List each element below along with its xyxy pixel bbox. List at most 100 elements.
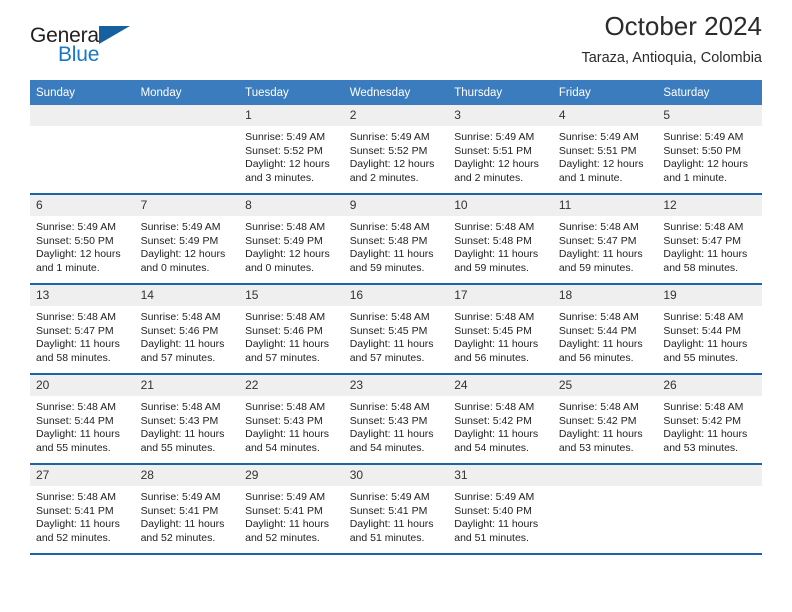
calendar-cell[interactable]: 11 Sunrise: 5:48 AM Sunset: 5:47 PM Dayligh… xyxy=(552,193,658,284)
calendar-cell[interactable]: 22 Sunrise: 5:48 AM Sunset: 5:43 PM Dayligh… xyxy=(239,373,344,464)
day-number: 22 xyxy=(239,375,344,396)
day-cell: 2 Sunrise: 5:49 AM Sunset: 5:52 PM Daylight… xyxy=(343,105,449,193)
weekday-header-monday: Monday xyxy=(134,80,240,105)
sunset-text: Sunset: 5:41 PM xyxy=(140,504,219,517)
sunset-text: Sunset: 5:44 PM xyxy=(558,324,637,337)
calendar-cell[interactable]: 30 Sunrise: 5:49 AM Sunset: 5:41 PM Dayligh… xyxy=(343,463,449,553)
sunset-text: Sunset: 5:52 PM xyxy=(245,144,323,157)
calendar-cell[interactable]: 28 Sunrise: 5:49 AM Sunset: 5:41 PM Dayligh… xyxy=(134,463,240,553)
calendar-cell[interactable]: 21 Sunrise: 5:48 AM Sunset: 5:43 PM Dayligh… xyxy=(134,373,240,464)
calendar-cell[interactable]: 1 Sunrise: 5:49 AM Sunset: 5:52 PM Daylight… xyxy=(239,105,344,194)
generalblue-logo[interactable]: General Blue xyxy=(30,24,150,70)
calendar-week-row: 27 Sunrise: 5:48 AM Sunset: 5:41 PM Dayligh… xyxy=(30,463,762,553)
calendar-cell[interactable]: 20 Sunrise: 5:48 AM Sunset: 5:44 PM Dayligh… xyxy=(30,373,135,464)
day-number: 18 xyxy=(552,285,658,306)
weekday-header-row: Sunday Monday Tuesday Wednesday Thursday… xyxy=(30,80,762,105)
logo-text-blue: Blue xyxy=(58,43,100,66)
daylight-text: Daylight: 12 hours xyxy=(245,158,330,171)
day-cell: 20 Sunrise: 5:48 AM Sunset: 5:44 PM Dayligh… xyxy=(30,375,135,463)
sunrise-text: Sunrise: 5:49 AM xyxy=(349,131,430,143)
day-cell: 7 Sunrise: 5:49 AM Sunset: 5:49 PM Daylight… xyxy=(134,195,240,283)
calendar-cell[interactable]: 9 Sunrise: 5:48 AM Sunset: 5:48 PM Daylight… xyxy=(343,193,449,284)
day-cell: 8 Sunrise: 5:48 AM Sunset: 5:49 PM Daylight… xyxy=(239,195,344,283)
calendar-cell[interactable]: 17 Sunrise: 5:48 AM Sunset: 5:45 PM Dayligh… xyxy=(448,283,553,374)
day-details: Sunrise: 5:48 AM Sunset: 5:45 PM Daylight:… xyxy=(448,306,553,365)
calendar-cell[interactable]: 16 Sunrise: 5:48 AM Sunset: 5:45 PM Dayligh… xyxy=(343,283,449,374)
daylight-text: and 54 minutes. xyxy=(245,441,320,454)
calendar-cell[interactable]: 14 Sunrise: 5:48 AM Sunset: 5:46 PM Dayligh… xyxy=(134,283,240,374)
calendar-cell[interactable]: 24 Sunrise: 5:48 AM Sunset: 5:42 PM Dayligh… xyxy=(448,373,553,464)
calendar-cell[interactable]: 3 Sunrise: 5:49 AM Sunset: 5:51 PM Daylight… xyxy=(448,105,553,194)
sunrise-text: Sunrise: 5:48 AM xyxy=(663,311,744,323)
day-cell: 25 Sunrise: 5:48 AM Sunset: 5:42 PM Dayligh… xyxy=(552,375,658,463)
day-details: Sunrise: 5:49 AM Sunset: 5:52 PM Daylight:… xyxy=(239,126,344,185)
daylight-text: and 58 minutes. xyxy=(36,351,111,364)
calendar-cell[interactable]: 19 Sunrise: 5:48 AM Sunset: 5:44 PM Dayligh… xyxy=(657,283,762,374)
day-details: Sunrise: 5:48 AM Sunset: 5:43 PM Daylight:… xyxy=(239,396,344,455)
calendar-cell[interactable]: 27 Sunrise: 5:48 AM Sunset: 5:41 PM Dayligh… xyxy=(30,463,135,553)
sunset-text: Sunset: 5:47 PM xyxy=(36,324,114,337)
day-details: Sunrise: 5:48 AM Sunset: 5:47 PM Daylight:… xyxy=(30,306,135,365)
day-number: 7 xyxy=(134,195,240,216)
calendar-cell[interactable]: 31 Sunrise: 5:49 AM Sunset: 5:40 PM Dayligh… xyxy=(448,463,553,553)
day-details: Sunrise: 5:48 AM Sunset: 5:41 PM Daylight:… xyxy=(30,486,135,545)
weekday-header-wednesday: Wednesday xyxy=(343,80,449,105)
daylight-text: Daylight: 11 hours xyxy=(245,338,329,351)
sunrise-text: Sunrise: 5:48 AM xyxy=(349,311,430,323)
day-details: Sunrise: 5:49 AM Sunset: 5:40 PM Daylight:… xyxy=(448,486,553,545)
daylight-text: Daylight: 12 hours xyxy=(349,158,435,171)
weekday-header-saturday: Saturday xyxy=(657,80,762,105)
calendar-cell[interactable]: 10 Sunrise: 5:48 AM Sunset: 5:48 PM Dayligh… xyxy=(448,193,553,284)
calendar-cell[interactable]: 25 Sunrise: 5:48 AM Sunset: 5:42 PM Dayligh… xyxy=(552,373,658,464)
daylight-text: and 2 minutes. xyxy=(454,171,524,184)
calendar-cell[interactable]: 13 Sunrise: 5:48 AM Sunset: 5:47 PM Dayligh… xyxy=(30,283,135,374)
day-cell: 12 Sunrise: 5:48 AM Sunset: 5:47 PM Dayligh… xyxy=(657,195,762,283)
sunrise-text: Sunrise: 5:48 AM xyxy=(558,221,639,233)
calendar-cell[interactable]: 5 Sunrise: 5:49 AM Sunset: 5:50 PM Daylight… xyxy=(657,105,762,194)
calendar-cell[interactable]: 7 Sunrise: 5:49 AM Sunset: 5:49 PM Daylight… xyxy=(134,193,240,284)
daylight-text: and 55 minutes. xyxy=(36,441,111,454)
daylight-text: and 54 minutes. xyxy=(349,441,425,454)
calendar-cell[interactable]: 12 Sunrise: 5:48 AM Sunset: 5:47 PM Dayligh… xyxy=(657,193,762,284)
daylight-text: Daylight: 11 hours xyxy=(36,428,120,441)
daylight-text: Daylight: 11 hours xyxy=(454,518,539,531)
day-cell: 26 Sunrise: 5:48 AM Sunset: 5:42 PM Dayligh… xyxy=(657,375,762,463)
day-details: Sunrise: 5:49 AM Sunset: 5:50 PM Daylight:… xyxy=(30,216,135,275)
day-number: 26 xyxy=(657,375,762,396)
sunset-text: Sunset: 5:44 PM xyxy=(36,414,114,427)
calendar-week-row: 20 Sunrise: 5:48 AM Sunset: 5:44 PM Dayligh… xyxy=(30,373,762,464)
daylight-text: Daylight: 11 hours xyxy=(663,338,748,351)
daylight-text: and 59 minutes. xyxy=(558,261,634,274)
day-cell: 1 Sunrise: 5:49 AM Sunset: 5:52 PM Daylight… xyxy=(239,105,344,193)
calendar-cell[interactable]: 15 Sunrise: 5:48 AM Sunset: 5:46 PM Dayligh… xyxy=(239,283,344,374)
day-number: 3 xyxy=(448,105,553,126)
day-cell: 13 Sunrise: 5:48 AM Sunset: 5:47 PM Dayligh… xyxy=(30,285,135,373)
daylight-text: and 59 minutes. xyxy=(454,261,529,274)
day-details: Sunrise: 5:49 AM Sunset: 5:52 PM Daylight:… xyxy=(344,126,449,185)
daylight-text: Daylight: 11 hours xyxy=(140,338,225,351)
day-number: 20 xyxy=(30,375,135,396)
daylight-text: and 51 minutes. xyxy=(454,531,529,544)
calendar-cell[interactable]: 2 Sunrise: 5:49 AM Sunset: 5:52 PM Daylight… xyxy=(343,105,449,194)
daylight-text: Daylight: 11 hours xyxy=(663,248,748,261)
sunset-text: Sunset: 5:44 PM xyxy=(663,324,742,337)
calendar-cell[interactable]: 4 Sunrise: 5:49 AM Sunset: 5:51 PM Daylight… xyxy=(552,105,658,194)
daylight-text: and 55 minutes. xyxy=(663,351,739,364)
daylight-text: Daylight: 11 hours xyxy=(140,428,225,441)
calendar-cell[interactable]: 26 Sunrise: 5:48 AM Sunset: 5:42 PM Dayligh… xyxy=(657,373,762,464)
daylight-text: and 2 minutes. xyxy=(349,171,419,184)
sunrise-text: Sunrise: 5:49 AM xyxy=(454,131,535,143)
calendar-cell[interactable]: 8 Sunrise: 5:48 AM Sunset: 5:49 PM Daylight… xyxy=(239,193,344,284)
calendar-cell[interactable]: 29 Sunrise: 5:49 AM Sunset: 5:41 PM Dayligh… xyxy=(239,463,344,553)
day-details: Sunrise: 5:48 AM Sunset: 5:46 PM Daylight:… xyxy=(135,306,240,365)
calendar-cell[interactable]: 23 Sunrise: 5:48 AM Sunset: 5:43 PM Dayligh… xyxy=(343,373,449,464)
sunrise-text: Sunrise: 5:48 AM xyxy=(454,401,535,413)
calendar-cell[interactable]: 18 Sunrise: 5:48 AM Sunset: 5:44 PM Dayligh… xyxy=(552,283,658,374)
day-details: Sunrise: 5:48 AM Sunset: 5:49 PM Daylight:… xyxy=(239,216,344,275)
page-header: General Blue October 2024 Taraza, Antioq… xyxy=(30,0,762,74)
day-number: 17 xyxy=(448,285,553,306)
sunset-text: Sunset: 5:45 PM xyxy=(349,324,428,337)
calendar-cell[interactable]: 6 Sunrise: 5:49 AM Sunset: 5:50 PM Daylight… xyxy=(30,193,135,284)
day-number: 30 xyxy=(343,465,449,486)
daylight-text: Daylight: 12 hours xyxy=(663,158,749,171)
